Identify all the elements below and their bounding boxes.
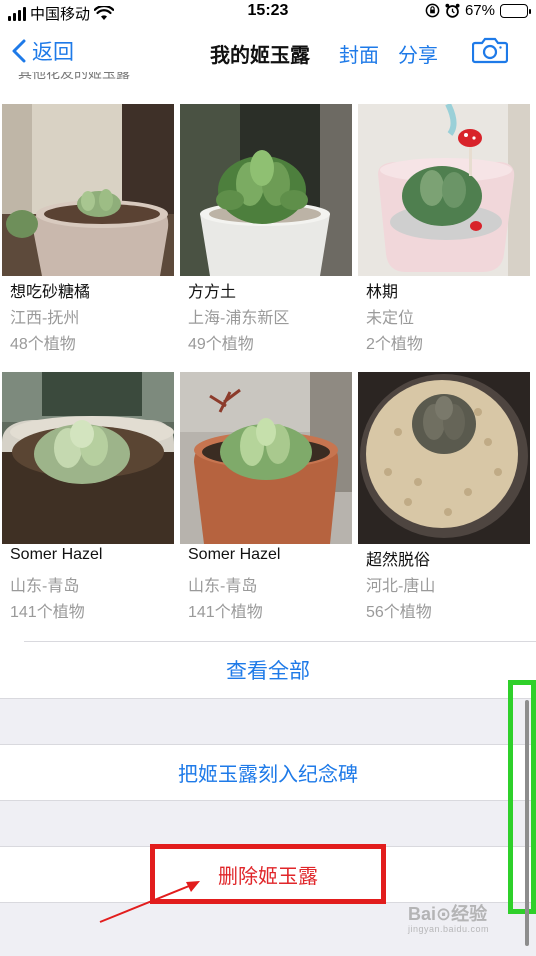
watermark-main: Bai⊙经验 — [408, 904, 488, 924]
plant-count: 2个植物 — [366, 336, 423, 353]
battery-icon — [500, 3, 531, 18]
user-location: 山东-青岛 — [10, 578, 80, 595]
user-location: 江西-抚州 — [10, 310, 80, 327]
user-name: 林期 — [366, 284, 399, 301]
divider — [0, 744, 536, 745]
user-name: Somer Hazel — [188, 546, 281, 563]
user-card[interactable]: Somer Hazel 山东-青岛 141个植物 — [2, 372, 174, 621]
user-card[interactable]: 想吃砂糖橘 江西-抚州 48个植物 — [2, 104, 174, 353]
cover-button[interactable]: 封面 — [339, 39, 379, 68]
back-button[interactable]: 返回 — [12, 36, 74, 66]
user-name: Somer Hazel — [10, 546, 103, 563]
scrollbar[interactable] — [525, 700, 529, 946]
view-all-button[interactable]: 查看全部 — [0, 642, 536, 698]
divider — [0, 698, 536, 699]
plant-count: 49个植物 — [188, 336, 254, 353]
user-location: 未定位 — [366, 310, 415, 327]
plant-photo — [180, 372, 352, 544]
status-right: 67% — [425, 2, 531, 19]
user-name: 方方土 — [188, 284, 237, 301]
plant-count: 141个植物 — [188, 604, 263, 621]
arrow-annotation — [99, 881, 200, 923]
plant-photo — [180, 104, 352, 276]
share-button[interactable]: 分享 — [398, 39, 438, 68]
section-label: 其他花友的姬玉露 — [18, 72, 130, 81]
user-card[interactable]: Somer Hazel 山东-青岛 141个植物 — [180, 372, 352, 621]
plant-count: 141个植物 — [10, 604, 85, 621]
plant-photo — [358, 104, 530, 276]
user-card[interactable]: 方方土 上海-浦东新区 49个植物 — [180, 104, 352, 353]
plant-count: 48个植物 — [10, 336, 76, 353]
battery-percent: 67% — [464, 2, 495, 19]
group-separator — [0, 801, 536, 846]
back-label: 返回 — [32, 41, 74, 64]
alarm-icon — [445, 3, 460, 18]
user-location: 河北-唐山 — [366, 578, 436, 595]
user-location: 山东-青岛 — [188, 578, 258, 595]
chevron-left-icon — [12, 39, 26, 63]
plant-photo — [2, 104, 174, 276]
page-title: 我的姬玉露 — [210, 45, 310, 67]
status-bar: 中国移动 15:23 67% — [0, 0, 536, 24]
rotation-lock-icon — [425, 3, 440, 18]
group-separator — [0, 698, 536, 744]
user-name: 超然脱俗 — [366, 552, 431, 569]
user-card[interactable]: 林期 未定位 2个植物 — [358, 104, 530, 353]
memorial-button[interactable]: 把姬玉露刻入纪念碑 — [0, 744, 536, 800]
plant-count: 56个植物 — [366, 604, 432, 621]
user-location: 上海-浦东新区 — [188, 310, 290, 327]
watermark-sub: jingyan.baidu.com — [408, 924, 490, 934]
user-card[interactable]: 超然脱俗 河北-唐山 56个植物 — [358, 372, 530, 621]
plant-photo — [2, 372, 174, 544]
watermark: Bai⊙经验 jingyan.baidu.com — [408, 900, 489, 934]
camera-button[interactable] — [471, 36, 509, 69]
user-name: 想吃砂糖橘 — [10, 284, 91, 301]
plant-photo — [358, 372, 530, 544]
scroll-highlight-box — [508, 680, 536, 914]
camera-icon — [471, 37, 509, 64]
